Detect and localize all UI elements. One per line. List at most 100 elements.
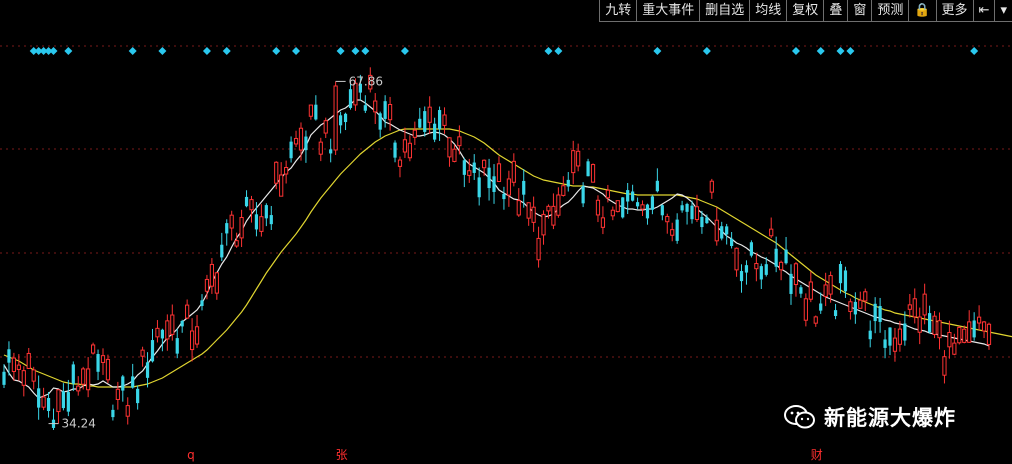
annotation-low: 34.24 — [62, 417, 96, 431]
candle-body — [873, 303, 877, 322]
candle-body — [304, 136, 308, 151]
candle-body — [631, 191, 635, 201]
candle-body — [16, 364, 21, 370]
candle-body — [185, 304, 190, 319]
candle-body — [759, 266, 763, 280]
candle-body — [977, 316, 982, 324]
candle-body — [561, 185, 566, 196]
event-diamond — [158, 47, 167, 55]
candle-body — [26, 352, 31, 369]
candle-body — [536, 237, 541, 261]
candle-body — [155, 327, 160, 338]
candle-body — [685, 203, 689, 212]
candle-body — [843, 270, 848, 292]
candle-body — [467, 170, 472, 176]
candle-body — [412, 129, 417, 138]
candle-body — [784, 249, 788, 264]
candle-body — [105, 358, 111, 381]
candle-body — [635, 202, 640, 207]
candle-body — [477, 177, 481, 198]
candle-body — [76, 385, 81, 392]
event-diamond — [222, 47, 231, 55]
candlesticks — [2, 67, 992, 430]
candle-body — [140, 349, 145, 357]
candle-body — [868, 330, 872, 340]
candle-body — [833, 310, 838, 317]
candle-body — [61, 391, 65, 409]
event-diamond — [816, 47, 825, 55]
event-diamond — [64, 47, 73, 55]
candle-body — [799, 287, 803, 294]
candle-body — [492, 176, 496, 192]
candle-body — [423, 111, 427, 132]
moving-averages — [3, 99, 1012, 399]
candle-body — [239, 217, 244, 239]
candle-body — [442, 114, 447, 126]
candle-body — [46, 398, 51, 411]
candle-body — [111, 409, 115, 418]
candle-body — [115, 388, 120, 400]
candle-body — [764, 264, 768, 275]
candle-body — [373, 100, 378, 113]
candle-body — [903, 323, 907, 341]
candle-body — [883, 339, 887, 348]
candle-body — [452, 148, 457, 162]
candle-body — [700, 216, 704, 228]
candle-body — [433, 123, 437, 140]
candle-body — [194, 326, 200, 345]
candle-body — [803, 298, 808, 321]
candle-body — [225, 223, 229, 234]
event-diamond — [49, 47, 58, 55]
event-diamond — [554, 47, 563, 55]
candle-body — [907, 304, 912, 310]
candle-body — [314, 104, 318, 120]
wechat-icon — [784, 405, 815, 429]
candle-body — [209, 263, 214, 287]
event-diamond — [836, 47, 845, 55]
candle-body — [576, 150, 581, 167]
candle-body — [482, 159, 487, 169]
candle-body — [858, 299, 863, 309]
candle-body — [329, 149, 333, 154]
candle-body — [546, 205, 551, 212]
candle-body — [289, 141, 293, 159]
event-diamond — [272, 47, 281, 55]
candle-body — [234, 240, 239, 247]
candle-body — [160, 329, 164, 339]
candle-body — [516, 200, 521, 216]
candle-body — [739, 271, 744, 282]
candle-body — [254, 214, 259, 230]
candle-body — [418, 118, 422, 128]
candle-body — [437, 110, 442, 130]
candle-body — [709, 180, 714, 193]
candle-body — [41, 396, 46, 408]
kline-chart[interactable]: 67.86 34.24 q 张 财 — [0, 0, 1012, 464]
event-diamond — [846, 47, 855, 55]
candle-body — [200, 300, 204, 306]
candle-body — [136, 388, 140, 404]
candle-body — [838, 264, 843, 284]
candle-body — [952, 342, 957, 355]
candle-body — [531, 206, 536, 223]
candle-body — [427, 106, 432, 123]
bottom-marker: 张 — [336, 448, 348, 462]
candle-body — [229, 214, 234, 229]
candle-body — [551, 205, 556, 226]
candle-body — [779, 261, 784, 271]
candle-body — [917, 316, 922, 333]
candle-body — [556, 194, 561, 216]
candle-body — [220, 244, 224, 258]
candle-body — [892, 337, 898, 352]
candle-body — [680, 205, 684, 211]
candle-body — [957, 326, 962, 344]
candle-body — [981, 321, 987, 332]
candle-body — [387, 104, 393, 121]
event-diamond — [970, 47, 979, 55]
candle-body — [541, 213, 546, 236]
candle-body — [100, 355, 106, 363]
candle-body — [393, 142, 397, 158]
candle-body — [754, 263, 759, 270]
candle-body — [487, 167, 491, 189]
candle-body — [655, 180, 659, 192]
candle-body — [522, 180, 526, 195]
